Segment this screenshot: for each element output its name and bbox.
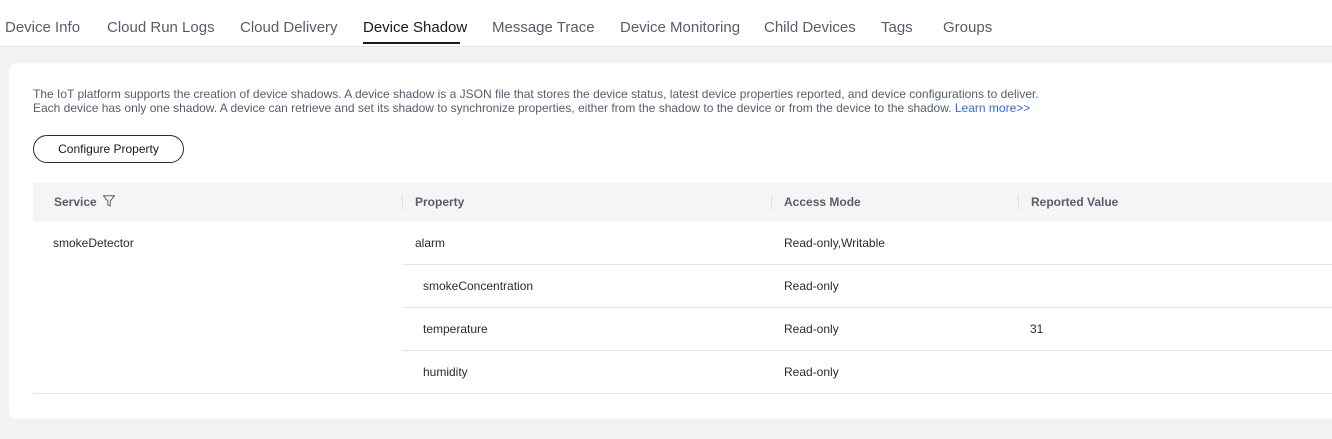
table-row: humidity Read-only xyxy=(402,351,1332,394)
access-mode: Read-only xyxy=(784,365,839,379)
tab-cloud-run-logs[interactable]: Cloud Run Logs xyxy=(107,19,215,37)
header-divider xyxy=(402,195,403,210)
learn-more-link[interactable]: Learn more>> xyxy=(955,101,1030,115)
filter-icon[interactable] xyxy=(102,195,116,210)
table-header: Service Property Access Mode Reported Va… xyxy=(33,183,1332,222)
reported-value: 31 xyxy=(1030,322,1044,336)
shadow-table: Service Property Access Mode Reported Va… xyxy=(33,183,1332,394)
header-reported-value: Reported Value xyxy=(1031,195,1119,209)
active-tab-indicator xyxy=(363,42,460,44)
access-mode: Read-only xyxy=(784,322,839,336)
tab-device-monitoring[interactable]: Device Monitoring xyxy=(620,19,740,37)
property-name: temperature xyxy=(423,322,488,336)
tab-tags[interactable]: Tags xyxy=(881,19,913,37)
header-access-mode: Access Mode xyxy=(784,195,861,209)
table-row: temperature Read-only 31 xyxy=(402,308,1332,351)
description-line-2-text: Each device has only one shadow. A devic… xyxy=(33,101,952,115)
device-shadow-panel: The IoT platform supports the creation o… xyxy=(9,63,1332,419)
tab-message-trace[interactable]: Message Trace xyxy=(492,19,595,37)
shadow-description: The IoT platform supports the creation o… xyxy=(33,87,1133,115)
tab-child-devices[interactable]: Child Devices xyxy=(764,19,856,37)
table-row: smokeConcentration Read-only xyxy=(402,265,1332,308)
table-body: smokeDetector alarm Read-only,Writable s… xyxy=(33,222,1332,394)
property-name: humidity xyxy=(423,365,468,379)
description-line-1: The IoT platform supports the creation o… xyxy=(33,87,1039,101)
header-divider xyxy=(771,195,772,210)
tab-device-shadow[interactable]: Device Shadow xyxy=(363,19,467,37)
tab-cloud-delivery[interactable]: Cloud Delivery xyxy=(240,19,338,37)
access-mode: Read-only xyxy=(784,279,839,293)
configure-property-button[interactable]: Configure Property xyxy=(33,135,184,163)
service-cell: smokeDetector xyxy=(33,222,402,394)
tab-groups[interactable]: Groups xyxy=(943,19,992,37)
tab-bar: Device Info Cloud Run Logs Cloud Deliver… xyxy=(0,0,1332,47)
property-name: smokeConcentration xyxy=(423,279,534,293)
property-name: alarm xyxy=(415,236,446,250)
table-row: alarm Read-only,Writable xyxy=(402,222,1332,265)
description-line-2: Each device has only one shadow. A devic… xyxy=(33,101,1133,115)
access-mode: Read-only,Writable xyxy=(784,236,885,250)
service-name: smokeDetector xyxy=(53,236,134,250)
header-service-label: Service xyxy=(54,195,97,209)
header-property: Property xyxy=(415,195,465,209)
header-service: Service xyxy=(54,195,116,210)
tab-device-info[interactable]: Device Info xyxy=(5,19,80,37)
header-divider xyxy=(1018,195,1019,210)
